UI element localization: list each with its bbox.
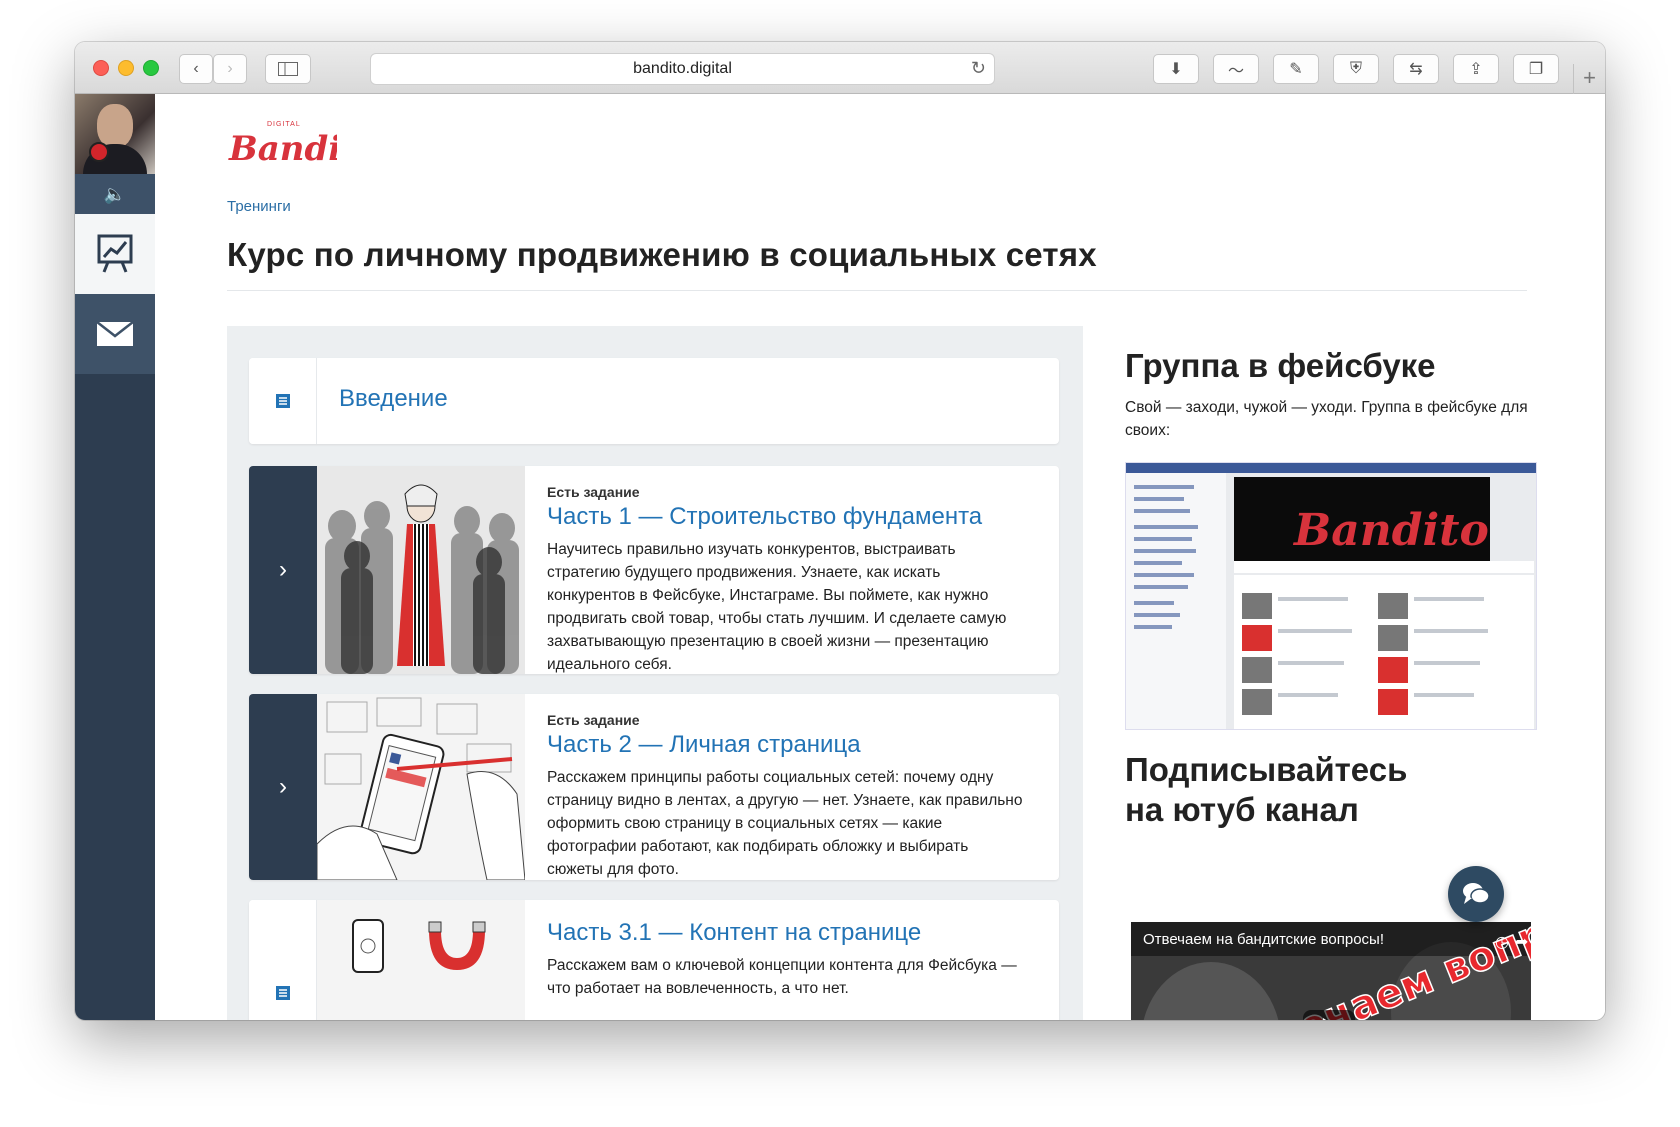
- lesson-illustration: [317, 466, 525, 674]
- site-logo[interactable]: DIGITAL Bandito: [227, 114, 380, 179]
- lesson-description: Научитесь правильно изучать конкурентов,…: [547, 541, 1007, 673]
- lesson-description: Расскажем вам о ключевой концепции конте…: [547, 957, 1017, 997]
- assignment-badge: Есть задание: [547, 712, 640, 728]
- breadcrumb[interactable]: Тренинги: [227, 198, 291, 215]
- document-icon: [275, 986, 290, 1000]
- lesson-body: Есть задание Часть 1 — Строительство фун…: [547, 484, 1027, 674]
- sidebar-toggle-button[interactable]: [265, 54, 311, 84]
- url-text: bandito.digital: [633, 60, 732, 77]
- extension-button-1[interactable]: 〜: [1213, 54, 1259, 84]
- envelope-icon: [96, 321, 134, 346]
- document-icon: [275, 394, 290, 408]
- chevron-right-icon[interactable]: ›: [279, 556, 287, 584]
- page-content: DIGITAL Bandito Тренинги Курс по личному…: [155, 94, 1605, 1020]
- lesson-rail: ›: [249, 694, 317, 880]
- lesson-rail: [249, 358, 317, 444]
- chevron-right-icon[interactable]: ›: [279, 773, 287, 801]
- close-window-button[interactable]: [93, 60, 109, 76]
- forward-button[interactable]: ›: [213, 54, 247, 84]
- lesson-illustration: [317, 694, 525, 880]
- sidebar-item-trainings[interactable]: [75, 214, 155, 294]
- new-tab-button[interactable]: +: [1573, 64, 1605, 94]
- assignment-badge: Есть задание: [547, 484, 640, 500]
- presentation-chart-icon: [97, 234, 133, 273]
- lessons-list: Введение › Есть задание Часть 1 — Строит…: [227, 326, 1083, 1020]
- sidebar-item-messages[interactable]: [75, 294, 155, 374]
- youtube-video-title[interactable]: Отвечаем на бандитские вопросы!: [1143, 931, 1384, 948]
- lesson-title[interactable]: Часть 2 — Личная страница: [547, 730, 1027, 760]
- browser-window: ‹ › bandito.digital ↻ ⬇ 〜 ✎ ⛨ ⇆ ⇪ ❐ + 🔈: [75, 42, 1605, 1020]
- app-sidebar: 🔈: [75, 94, 155, 1020]
- divider: [227, 290, 1527, 291]
- lesson-body: Часть 3.1 — Контент на странице Расскаже…: [547, 918, 1027, 1000]
- svg-text:➦: ➦: [1515, 932, 1528, 951]
- chat-icon: [1463, 883, 1490, 904]
- extension-button-2[interactable]: ⇆: [1393, 54, 1439, 84]
- avatar[interactable]: [75, 94, 155, 174]
- elephant-icon: ✎: [1289, 61, 1303, 78]
- browser-toolbar: ‹ › bandito.digital ↻ ⬇ 〜 ✎ ⛨ ⇆ ⇪ ❐ +: [75, 42, 1605, 94]
- svg-text:◷: ◷: [1495, 932, 1509, 951]
- zoom-window-button[interactable]: [143, 60, 159, 76]
- lesson-title[interactable]: Часть 3.1 — Контент на странице: [547, 918, 1027, 948]
- lesson-title[interactable]: Часть 1 — Строительство фундамента: [547, 502, 1027, 532]
- download-icon: ⬇: [1169, 61, 1183, 78]
- evernote-button[interactable]: ✎: [1273, 54, 1319, 84]
- share-icon: ⇪: [1469, 61, 1483, 78]
- address-bar[interactable]: bandito.digital ↻: [370, 53, 995, 85]
- lesson-rail: ›: [249, 466, 317, 674]
- lesson-card-part-3-1[interactable]: Часть 3.1 — Контент на странице Расскаже…: [249, 900, 1059, 1020]
- downloads-button[interactable]: ⬇: [1153, 54, 1199, 84]
- share-button[interactable]: ⇪: [1453, 54, 1499, 84]
- back-button[interactable]: ‹: [179, 54, 213, 84]
- lesson-title[interactable]: Введение: [339, 384, 448, 414]
- chevron-left-icon: ‹: [193, 60, 199, 77]
- lesson-rail: [249, 900, 317, 1020]
- lesson-body: Есть задание Часть 2 — Личная страница Р…: [547, 712, 1027, 880]
- shield-icon: ⛨: [1349, 60, 1362, 77]
- chevron-right-icon: ›: [227, 60, 233, 77]
- fb-group-text: Свой — заходи, чужой — уходи. Группа в ф…: [1125, 399, 1528, 439]
- arrows-icon: ⇆: [1409, 61, 1423, 78]
- page-title: Курс по личному продвижению в социальных…: [227, 236, 1097, 273]
- reload-icon[interactable]: ↻: [971, 58, 986, 79]
- youtube-heading: Подписывайтесь на ютуб канал: [1125, 751, 1408, 828]
- fb-group-heading: Группа в фейсбуке: [1125, 347, 1436, 384]
- ublock-button[interactable]: ⛨: [1333, 54, 1379, 84]
- swoosh-icon: 〜: [1227, 63, 1244, 80]
- sidebar-icon: [278, 62, 298, 76]
- tabs-button[interactable]: ❐: [1513, 54, 1559, 84]
- speaker-icon: 🔈: [103, 183, 127, 204]
- youtube-video-embed[interactable]: Отвечаем вопросы! ◷ ➦ Отвечаем на бандит…: [1131, 922, 1531, 1020]
- sidebar-item-audio[interactable]: 🔈: [75, 174, 155, 214]
- minimize-window-button[interactable]: [118, 60, 134, 76]
- live-badge: [89, 142, 109, 162]
- lesson-description: Расскажем принципы работы социальных сет…: [547, 769, 1023, 878]
- svg-text:Bandito: Bandito: [1292, 505, 1489, 556]
- chat-widget-button[interactable]: [1448, 866, 1504, 922]
- lesson-card-part-2[interactable]: › Есть задание Часть 2 — Личная страница…: [249, 694, 1059, 880]
- svg-text:Bandito: Bandito: [228, 129, 337, 169]
- svg-text:DIGITAL: DIGITAL: [267, 121, 301, 128]
- tabs-icon: ❐: [1528, 61, 1544, 78]
- lesson-card-part-1[interactable]: › Есть задание Часть 1 — Строительство ф…: [249, 466, 1059, 674]
- fb-group-screenshot[interactable]: Bandito: [1125, 462, 1537, 730]
- lesson-illustration: [317, 900, 525, 1020]
- lesson-card-intro[interactable]: Введение: [249, 358, 1059, 444]
